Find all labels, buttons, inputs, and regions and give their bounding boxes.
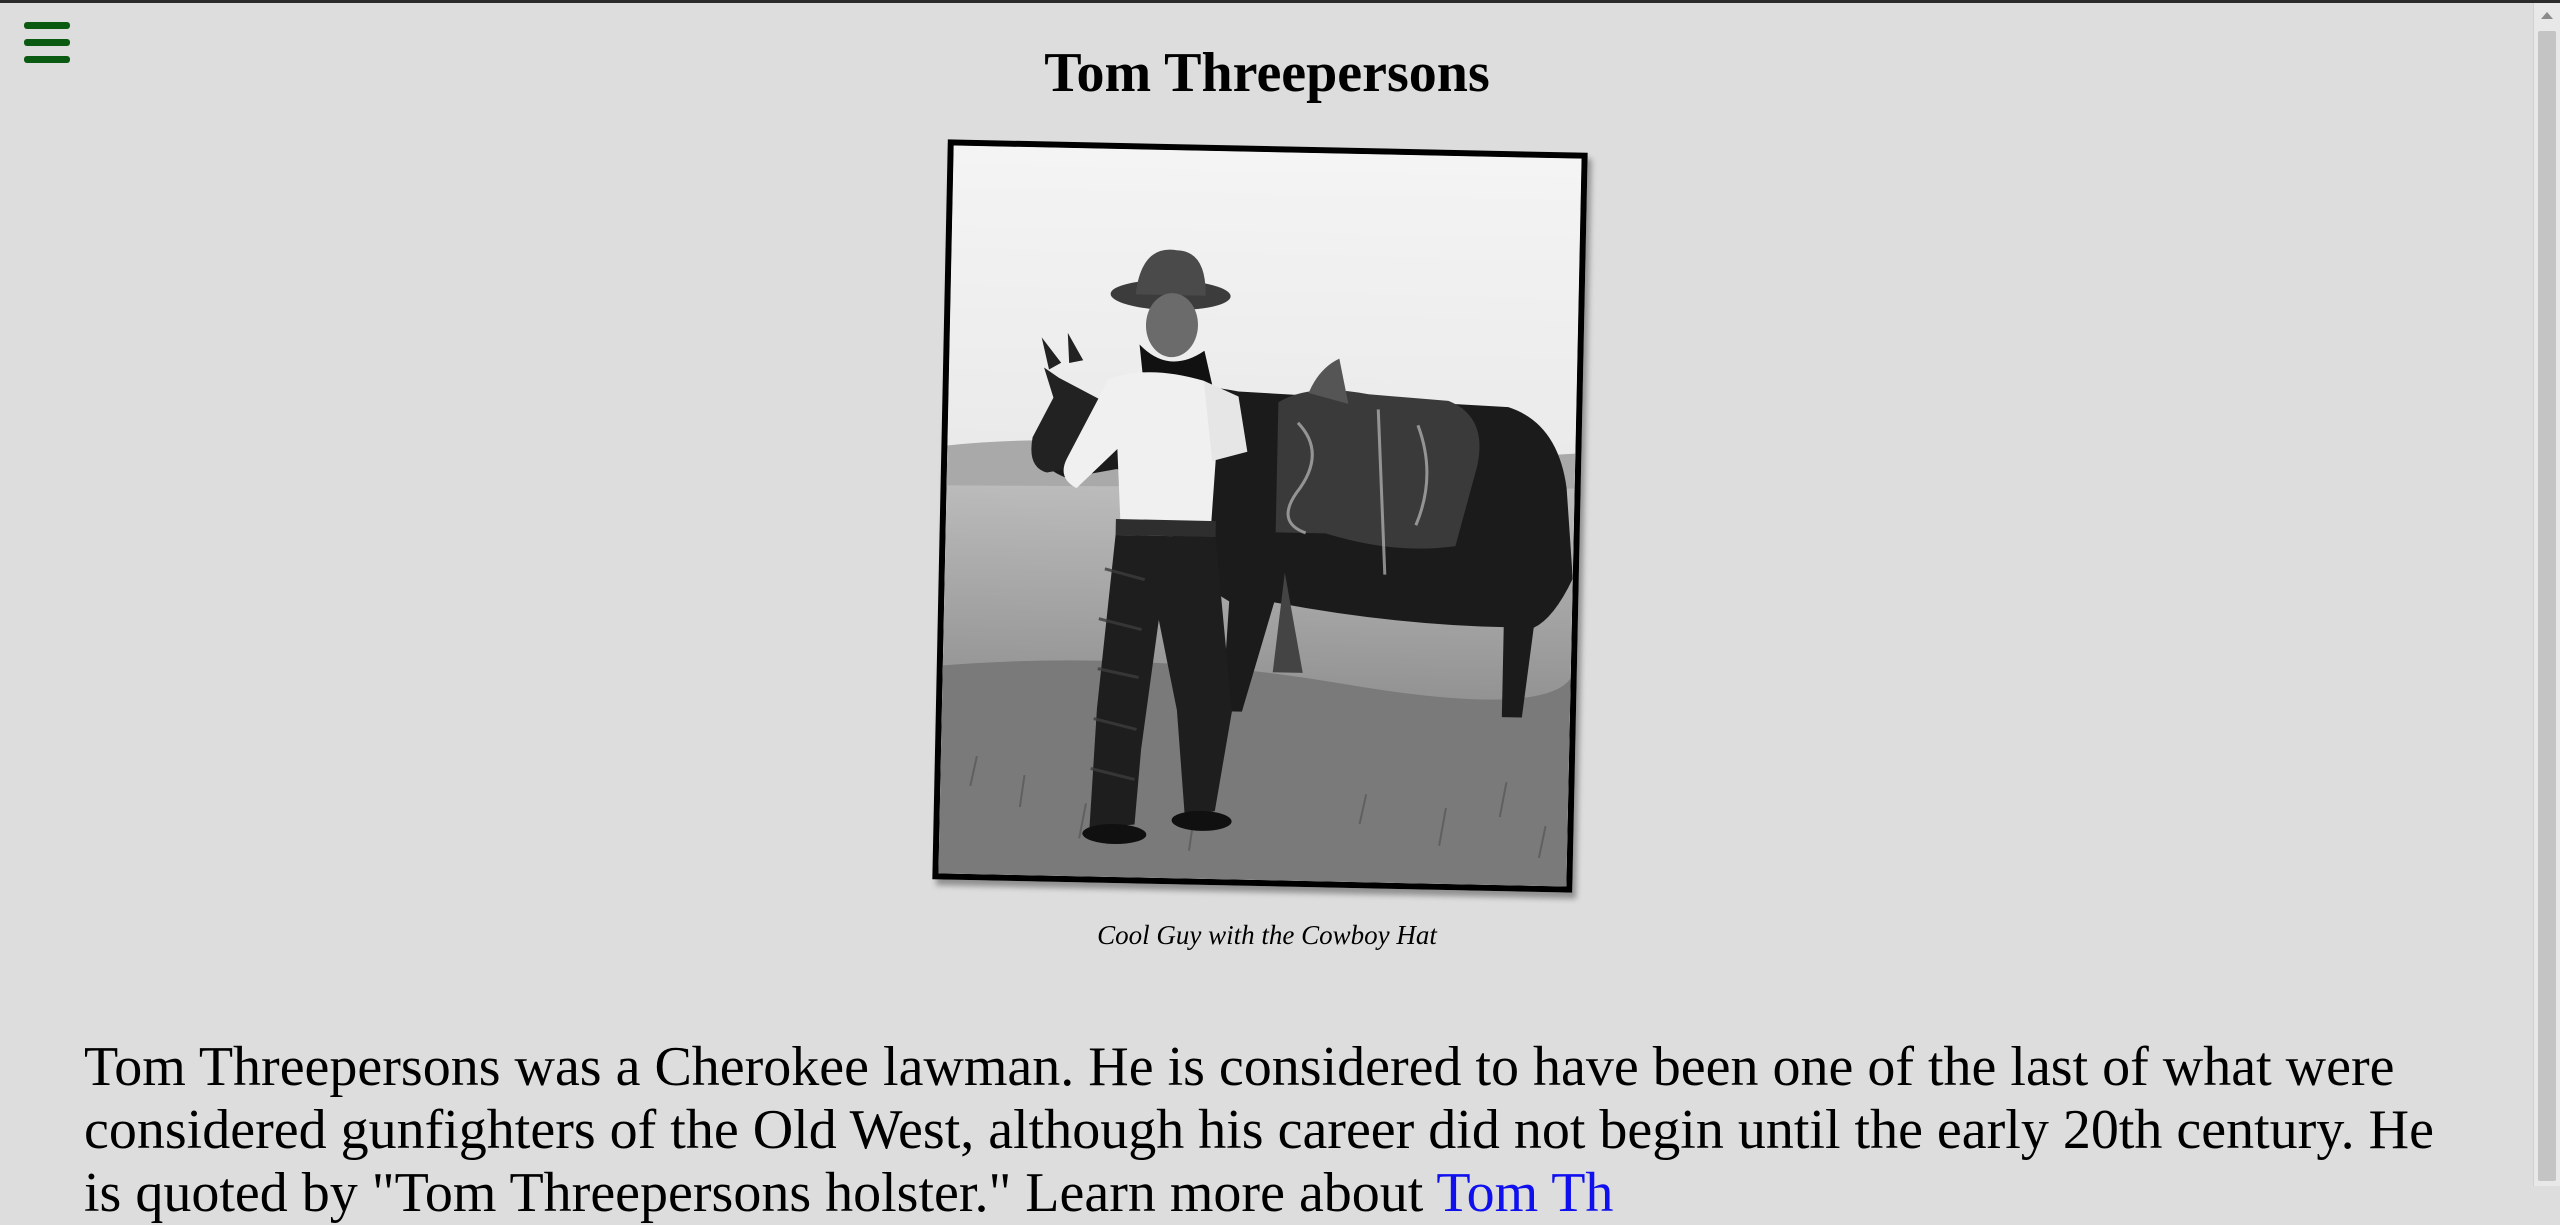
article-link[interactable]: Tom Th [1436,1162,1613,1224]
article-body: Tom Threepersons was a Cherokee lawman. … [84,1036,2464,1225]
scroll-up-arrow-icon[interactable] [2541,12,2553,19]
photo-caption: Cool Guy with the Cowboy Hat [1097,920,1437,950]
window-top-border [0,0,2560,3]
page-title: Tom Threepersons [1044,42,1490,104]
vertical-scrollbar[interactable] [2533,3,2560,1186]
article-body-text: Tom Threepersons was a Cherokee lawman. … [84,1036,2434,1224]
photo-figure [932,139,1588,893]
cowboy-photo [932,139,1588,893]
scrollbar-thumb[interactable] [2538,31,2556,1181]
cowboy-with-horse-image [938,145,1582,887]
